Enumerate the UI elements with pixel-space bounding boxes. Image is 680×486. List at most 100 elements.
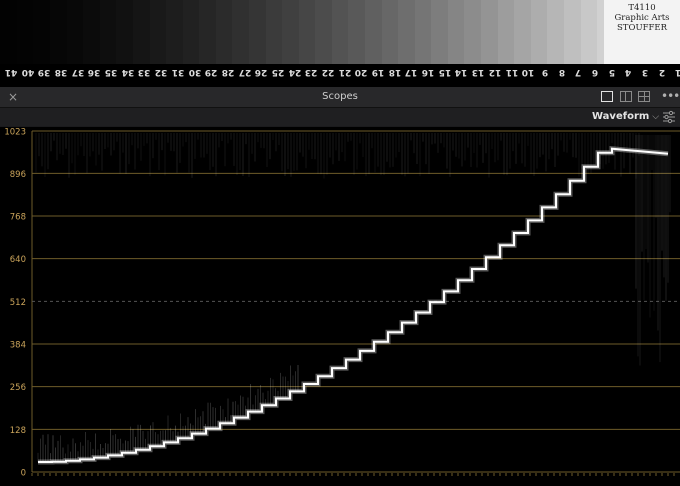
wedge-step-number: 5 <box>604 67 620 77</box>
wedge-patch <box>581 0 598 64</box>
wedge-patch <box>547 0 564 64</box>
scopes-panel: × Scopes ••• Waveform ⌵ 1023 896 768 640 512 3… <box>0 87 680 486</box>
step-wedge-label: STOUFFER Graphic Arts T4110 <box>604 0 680 64</box>
wedge-step-number: 2 <box>654 67 670 77</box>
wedge-step-number: 21 <box>337 67 353 77</box>
scope-type-dropdown[interactable]: Waveform ⌵ <box>592 109 659 125</box>
waveform-scale-label: 512 <box>10 298 26 308</box>
wedge-step-number: 8 <box>554 67 570 77</box>
wedge-patch <box>150 0 167 64</box>
wedge-step-number: 32 <box>153 67 169 77</box>
wedge-step-number: 7 <box>570 67 586 77</box>
wedge-patch <box>481 0 498 64</box>
step-wedge-strip <box>0 0 680 64</box>
wedge-patch <box>17 0 34 64</box>
wedge-patch <box>216 0 233 64</box>
wedge-step-number: 13 <box>470 67 486 77</box>
waveform-scale-label: 640 <box>10 255 26 265</box>
wedge-patch <box>514 0 531 64</box>
wedge-step-number: 18 <box>387 67 403 77</box>
wedge-step-number: 40 <box>20 67 36 77</box>
wedge-patch <box>199 0 216 64</box>
wedge-step-number: 10 <box>520 67 536 77</box>
more-options-icon[interactable]: ••• <box>661 87 677 105</box>
scope-type-label: Waveform <box>592 111 649 122</box>
wedge-patch <box>498 0 515 64</box>
wedge-step-number: 26 <box>253 67 269 77</box>
waveform-scope[interactable]: 1023 896 768 640 512 384 256 128 0 <box>0 127 680 486</box>
wedge-step-number: 28 <box>220 67 236 77</box>
single-view-icon[interactable] <box>601 91 613 102</box>
quad-view-icon[interactable] <box>638 91 650 102</box>
wedge-patch <box>531 0 548 64</box>
wedge-step-number: 4 <box>620 67 636 77</box>
wedge-step-number: 12 <box>487 67 503 77</box>
wedge-step-number: 38 <box>53 67 69 77</box>
wedge-patch <box>0 0 17 64</box>
wedge-step-number: 30 <box>187 67 203 77</box>
wedge-step-number: 33 <box>136 67 152 77</box>
wedge-step-number: 11 <box>504 67 520 77</box>
wedge-patch <box>564 0 581 64</box>
wedge-patch <box>282 0 299 64</box>
wedge-step-number: 20 <box>353 67 369 77</box>
wedge-step-number: 9 <box>537 67 553 77</box>
wedge-step-number: 36 <box>86 67 102 77</box>
dual-view-icon[interactable] <box>620 91 632 102</box>
wedge-label-line-3: T4110 <box>604 3 680 13</box>
wedge-patch <box>332 0 349 64</box>
step-wedge-image: STOUFFER Graphic Arts T4110 41 40 39 38 37 36… <box>0 0 680 87</box>
wedge-step-number: 24 <box>287 67 303 77</box>
wedge-patch <box>50 0 67 64</box>
waveform-scale-label: 896 <box>10 170 26 180</box>
wedge-patch <box>100 0 117 64</box>
waveform-trace <box>38 149 668 462</box>
waveform-scale-label: 1023 <box>4 128 26 138</box>
chevron-down-icon: ⌵ <box>652 112 659 122</box>
panel-title: Scopes <box>0 87 680 107</box>
wedge-patch <box>133 0 150 64</box>
waveform-scale-label: 768 <box>10 213 26 223</box>
waveform-graph: 1023 896 768 640 512 384 256 128 0 <box>0 127 680 486</box>
wedge-step-number: 19 <box>370 67 386 77</box>
step-wedge-numbers: 41 40 39 38 37 36 35 34 33 32 31 30 29 28 27 26 25 24 23 22… <box>0 64 680 87</box>
waveform-scale-label: 256 <box>10 383 26 393</box>
wedge-patch <box>382 0 399 64</box>
waveform-scale-label: 128 <box>10 426 26 436</box>
wedge-patch <box>183 0 200 64</box>
wedge-patch <box>166 0 183 64</box>
wedge-step-number: 6 <box>587 67 603 77</box>
wedge-step-number: 25 <box>270 67 286 77</box>
wedge-patch <box>33 0 50 64</box>
wedge-step-number: 31 <box>170 67 186 77</box>
wedge-patch <box>365 0 382 64</box>
scope-settings-icon[interactable] <box>662 110 676 124</box>
wedge-step-number: 39 <box>36 67 52 77</box>
wedge-patch <box>249 0 266 64</box>
wedge-patch <box>67 0 84 64</box>
wedge-step-number: 16 <box>420 67 436 77</box>
wedge-patch <box>415 0 432 64</box>
wedge-step-number: 23 <box>303 67 319 77</box>
wedge-step-number: 41 <box>3 67 19 77</box>
wedge-label-line-1: STOUFFER <box>604 23 680 33</box>
wedge-patch <box>83 0 100 64</box>
wedge-step-number: 15 <box>437 67 453 77</box>
wedge-patch <box>448 0 465 64</box>
scopes-titlebar: × Scopes ••• <box>0 87 680 108</box>
wedge-step-number: 14 <box>453 67 469 77</box>
wedge-step-number: 1 <box>670 67 680 77</box>
wedge-patch <box>431 0 448 64</box>
wedge-step-number: 3 <box>637 67 653 77</box>
wedge-patch <box>398 0 415 64</box>
wedge-step-number: 34 <box>120 67 136 77</box>
wedge-step-number: 22 <box>320 67 336 77</box>
wedge-step-number: 17 <box>403 67 419 77</box>
wedge-patch <box>116 0 133 64</box>
wedge-patch <box>299 0 316 64</box>
wedge-step-number: 29 <box>203 67 219 77</box>
wedge-patch <box>315 0 332 64</box>
wedge-step-number: 27 <box>237 67 253 77</box>
wedge-patch <box>266 0 283 64</box>
wedge-label-line-2: Graphic Arts <box>604 13 680 23</box>
